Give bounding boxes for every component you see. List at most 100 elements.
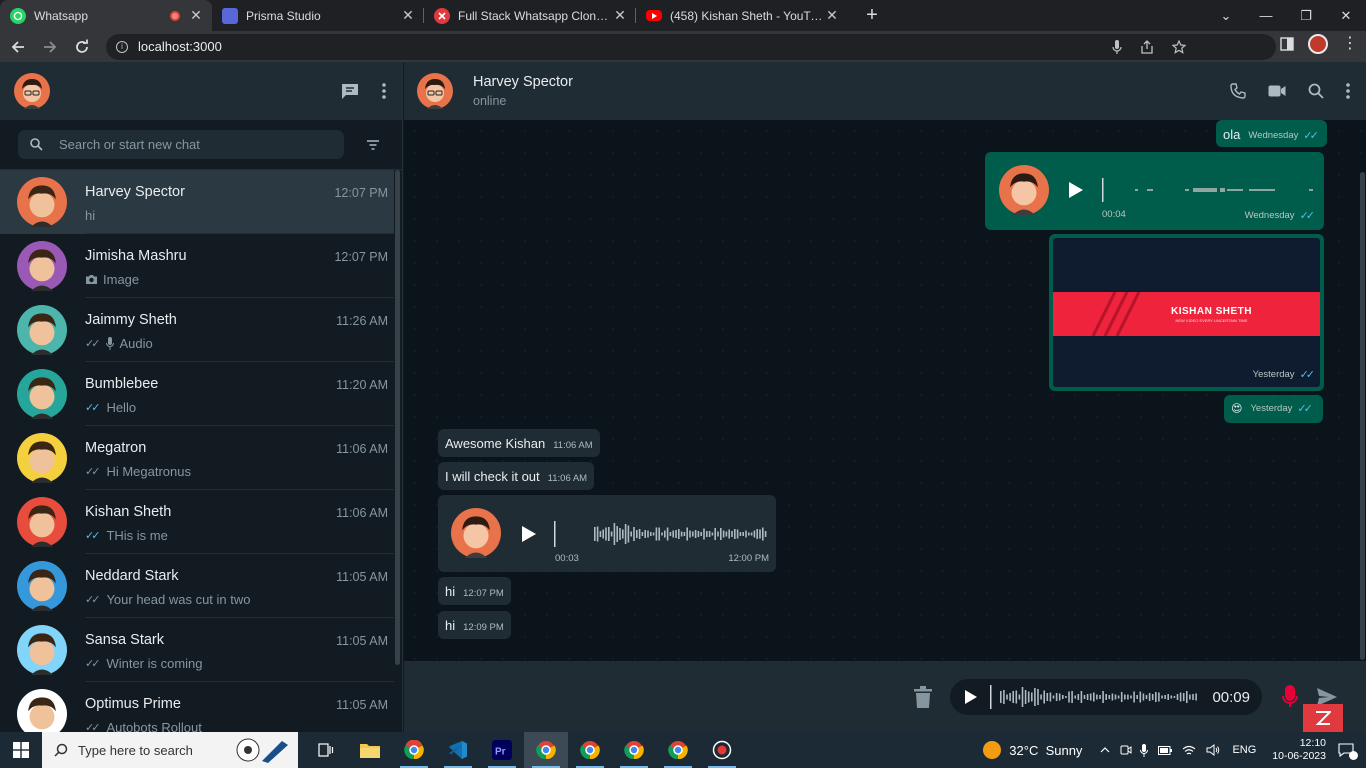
waveform-bar: [1114, 694, 1117, 700]
search-box[interactable]: [18, 130, 344, 159]
recording-preview: 00:09: [950, 679, 1262, 715]
microphone-icon[interactable]: [1112, 39, 1122, 54]
volume-icon[interactable]: [1206, 744, 1220, 756]
conversation-menu-icon[interactable]: [1346, 83, 1350, 99]
waveform-bar: [742, 532, 744, 536]
weather-sun-icon[interactable]: [983, 741, 1002, 759]
waveform-bar: [683, 532, 686, 536]
forward-button[interactable]: [36, 33, 64, 61]
bookmark-star-icon[interactable]: [1172, 39, 1186, 54]
minimize-button[interactable]: —: [1246, 0, 1286, 31]
new-chat-icon[interactable]: [340, 81, 360, 101]
close-window-button[interactable]: ✕: [1326, 0, 1366, 31]
weather-text[interactable]: 32°C Sunny: [1009, 743, 1082, 758]
url-field[interactable]: i localhost:3000: [106, 33, 1276, 60]
tab-prisma-studio[interactable]: Prisma Studio ✕: [212, 0, 424, 31]
screen-recorder-icon[interactable]: [700, 732, 744, 768]
hidden-icons-chevron-icon[interactable]: [1100, 747, 1110, 753]
vscode-icon[interactable]: [436, 732, 480, 768]
chat-list-item[interactable]: Optimus Prime 11:05 AM ✓✓ Autobots Rollout: [0, 682, 394, 732]
voice-message-incoming[interactable]: 00:03 12:00 PM: [438, 495, 776, 572]
message-scrollbar[interactable]: [1360, 172, 1365, 660]
chrome-profile-5-icon[interactable]: [656, 732, 700, 768]
message-bubble-incoming[interactable]: hi 12:09 PM: [438, 611, 511, 639]
task-view-icon[interactable]: [304, 732, 348, 768]
tab-whatsapp[interactable]: Whatsapp ✕: [0, 0, 212, 31]
chrome-profile-2-icon[interactable]: [524, 732, 568, 768]
search-row: [0, 120, 402, 170]
chat-list-item[interactable]: Kishan Sheth 11:06 AM ✓✓ THis is me: [0, 490, 394, 554]
tab-search-chevron-icon[interactable]: ⌄: [1206, 0, 1246, 31]
chat-list-item[interactable]: Harvey Spector 12:07 PM hi: [0, 170, 394, 234]
taskbar-search[interactable]: [42, 732, 298, 768]
tab-close-icon[interactable]: ✕: [188, 7, 204, 24]
waveform-bar: [1108, 695, 1111, 699]
image-message-outgoing[interactable]: KISHAN SHETH NEW VIDEO EVERY UNCERTAIN T…: [1049, 234, 1324, 391]
search-input[interactable]: [59, 137, 319, 152]
my-avatar[interactable]: [14, 73, 50, 109]
chat-list-item[interactable]: Neddard Stark 11:05 AM ✓✓ Your head was cut…: [0, 554, 394, 618]
new-tab-button[interactable]: +: [858, 1, 886, 29]
start-button[interactable]: [0, 732, 42, 768]
restore-button[interactable]: ❐: [1286, 0, 1326, 31]
wifi-icon[interactable]: [1182, 745, 1196, 756]
waveform-bar: [1111, 693, 1114, 701]
clock-date: 10-06-2023: [1272, 750, 1326, 762]
message-bubble-incoming[interactable]: Awesome Kishan 11:06 AM: [438, 429, 600, 457]
play-recording-icon[interactable]: [964, 689, 978, 705]
play-icon[interactable]: [1068, 181, 1084, 199]
voice-call-icon[interactable]: [1230, 83, 1246, 99]
delete-recording-icon[interactable]: [914, 686, 932, 708]
video-call-icon[interactable]: [1268, 84, 1286, 98]
filter-icon[interactable]: [366, 139, 380, 151]
back-button[interactable]: [4, 33, 32, 61]
message-bubble-outgoing[interactable]: ola Wednesday ✓✓: [1216, 120, 1327, 147]
read-ticks-icon: ✓✓: [85, 402, 101, 414]
site-info-icon[interactable]: i: [116, 40, 128, 53]
battery-icon[interactable]: [1158, 745, 1173, 755]
tab-close-icon[interactable]: ✕: [400, 7, 416, 24]
chat-list-item[interactable]: Sansa Stark 11:05 AM ✓✓ Winter is coming: [0, 618, 394, 682]
voice-message-outgoing[interactable]: 00:04 Wednesday ✓✓: [985, 152, 1324, 230]
chrome-profile-4-icon[interactable]: [612, 732, 656, 768]
sidebar-scrollbar[interactable]: [395, 170, 400, 665]
contact-avatar[interactable]: [417, 73, 453, 109]
sidebar-menu-icon[interactable]: [382, 83, 386, 99]
taskbar-search-input[interactable]: [78, 742, 228, 758]
chat-list-item[interactable]: Jaimmy Sheth 11:26 AM ✓✓ Audio: [0, 298, 394, 362]
chat-list-item[interactable]: Bumblebee 11:20 AM ✓✓ Hello: [0, 362, 394, 426]
search-messages-icon[interactable]: [1308, 83, 1324, 99]
tab-full-stack[interactable]: Full Stack Whatsapp Clone using ✕: [424, 0, 636, 31]
waveform-bar: [602, 529, 604, 539]
share-icon[interactable]: [1140, 39, 1154, 54]
read-ticks-icon: ✓✓: [1297, 403, 1313, 415]
contact-name: Harvey Spector: [473, 74, 573, 90]
site-favicon-icon: [434, 7, 450, 24]
microphone-tray-icon[interactable]: [1140, 743, 1149, 757]
tab-close-icon[interactable]: ✕: [824, 7, 840, 24]
chat-list-item[interactable]: Jimisha Mashru 12:07 PM Image: [0, 234, 394, 298]
tab-youtube[interactable]: (458) Kishan Sheth - YouTube ✕: [636, 0, 848, 31]
message-bubble-incoming[interactable]: hi 12:07 PM: [438, 577, 511, 605]
message-bubble-incoming[interactable]: I will check it out 11:06 AM: [438, 462, 595, 490]
premiere-pro-icon[interactable]: Pr: [480, 732, 524, 768]
chrome-profile-1-icon[interactable]: [392, 732, 436, 768]
contact-info[interactable]: Harvey Spector online: [473, 74, 573, 108]
meet-now-icon[interactable]: [1120, 744, 1132, 756]
input-language[interactable]: ENG: [1232, 744, 1256, 756]
chrome-profile-3-icon[interactable]: [568, 732, 612, 768]
browser-menu-icon[interactable]: ⋮: [1342, 36, 1358, 52]
notification-center-icon[interactable]: [1338, 743, 1358, 760]
tab-close-icon[interactable]: ✕: [612, 7, 628, 24]
play-icon[interactable]: [521, 525, 537, 543]
waveform-bar: [1151, 694, 1154, 700]
file-explorer-icon[interactable]: [348, 732, 392, 768]
stop-recording-mic-icon[interactable]: [1282, 685, 1298, 709]
profile-avatar[interactable]: [1308, 34, 1328, 54]
message-bubble-outgoing[interactable]: 😍 Yesterday ✓✓: [1224, 395, 1323, 423]
side-panel-icon[interactable]: [1280, 37, 1294, 51]
clock[interactable]: 12:10 10-06-2023: [1272, 737, 1326, 763]
image-thumbnail[interactable]: KISHAN SHETH NEW VIDEO EVERY UNCERTAIN T…: [1053, 238, 1320, 387]
reload-button[interactable]: [68, 33, 96, 61]
chat-list-item[interactable]: Megatron 11:06 AM ✓✓ Hi Megatronus: [0, 426, 394, 490]
